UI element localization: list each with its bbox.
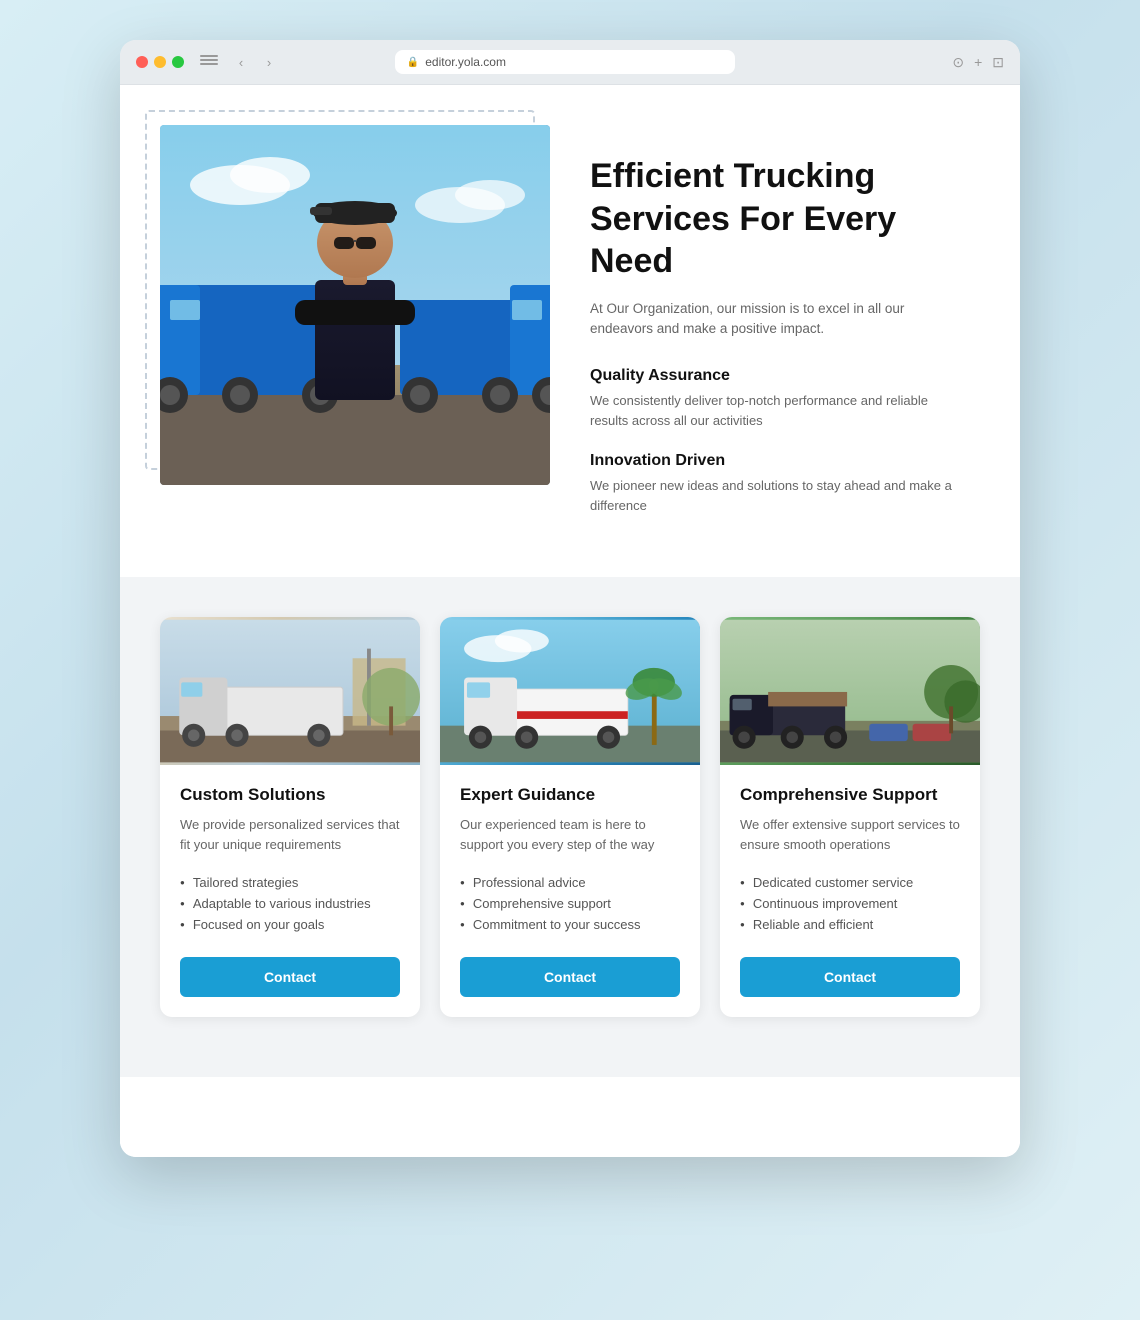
hero-image xyxy=(160,125,550,485)
contact-button-custom[interactable]: Contact xyxy=(180,957,400,997)
browser-chrome: ‹ › 🔒 editor.yola.com ⊙ + ⊡ xyxy=(120,40,1020,85)
feature-innovation-title: Innovation Driven xyxy=(590,452,960,470)
feature-innovation: Innovation Driven We pioneer new ideas a… xyxy=(590,452,960,515)
card-comprehensive-desc: We offer extensive support services to e… xyxy=(740,815,960,854)
help-icon[interactable]: ⊙ xyxy=(952,54,964,71)
hero-title: Efficient Trucking Services For Every Ne… xyxy=(590,155,960,283)
card-custom-desc: We provide personalized services that fi… xyxy=(180,815,400,854)
card-custom-list: Tailored strategies Adaptable to various… xyxy=(180,872,400,935)
minimize-button[interactable] xyxy=(154,56,166,68)
card-custom: Custom Solutions We provide personalized… xyxy=(160,617,420,1017)
card-expert: Expert Guidance Our experienced team is … xyxy=(440,617,700,1017)
sidebar-toggle-icon[interactable] xyxy=(200,55,218,69)
hero-subtitle: At Our Organization, our mission is to e… xyxy=(590,299,960,340)
feature-quality-title: Quality Assurance xyxy=(590,367,960,385)
card-comprehensive: Comprehensive Support We offer extensive… xyxy=(720,617,980,1017)
card-expert-title: Expert Guidance xyxy=(460,785,680,805)
hero-text: Efficient Trucking Services For Every Ne… xyxy=(590,125,960,537)
browser-nav: ‹ › xyxy=(230,51,280,73)
back-button[interactable]: ‹ xyxy=(230,51,252,73)
feature-quality-desc: We consistently deliver top-notch perfor… xyxy=(590,391,960,430)
add-tab-icon[interactable]: + xyxy=(974,54,982,70)
card-custom-body: Custom Solutions We provide personalized… xyxy=(160,765,420,1017)
card-comprehensive-list: Dedicated customer service Continuous im… xyxy=(740,872,960,935)
list-item: Dedicated customer service xyxy=(740,872,960,893)
card-expert-image xyxy=(440,617,700,765)
hero-section: Efficient Trucking Services For Every Ne… xyxy=(120,85,1020,577)
cards-section: Custom Solutions We provide personalized… xyxy=(120,577,1020,1077)
card-comprehensive-body: Comprehensive Support We offer extensive… xyxy=(720,765,980,1017)
card-custom-image xyxy=(160,617,420,765)
list-item: Commitment to your success xyxy=(460,914,680,935)
list-item: Comprehensive support xyxy=(460,893,680,914)
close-button[interactable] xyxy=(136,56,148,68)
traffic-lights xyxy=(136,56,184,68)
address-bar[interactable]: 🔒 editor.yola.com xyxy=(395,50,735,74)
lock-icon: 🔒 xyxy=(407,57,419,68)
list-item: Tailored strategies xyxy=(180,872,400,893)
list-item: Reliable and efficient xyxy=(740,914,960,935)
more-icon[interactable]: ⊡ xyxy=(992,54,1004,71)
card-custom-title: Custom Solutions xyxy=(180,785,400,805)
card-expert-desc: Our experienced team is here to support … xyxy=(460,815,680,854)
card-comprehensive-title: Comprehensive Support xyxy=(740,785,960,805)
browser-window: ‹ › 🔒 editor.yola.com ⊙ + ⊡ xyxy=(120,40,1020,1157)
feature-quality: Quality Assurance We consistently delive… xyxy=(590,367,960,430)
url-text: editor.yola.com xyxy=(425,55,506,69)
list-item: Focused on your goals xyxy=(180,914,400,935)
maximize-button[interactable] xyxy=(172,56,184,68)
card-expert-body: Expert Guidance Our experienced team is … xyxy=(440,765,700,1017)
contact-button-expert[interactable]: Contact xyxy=(460,957,680,997)
browser-content: Efficient Trucking Services For Every Ne… xyxy=(120,85,1020,1157)
feature-innovation-desc: We pioneer new ideas and solutions to st… xyxy=(590,476,960,515)
list-item: Professional advice xyxy=(460,872,680,893)
card-comprehensive-image xyxy=(720,617,980,765)
hero-image-wrapper xyxy=(160,125,550,485)
list-item: Adaptable to various industries xyxy=(180,893,400,914)
contact-button-comprehensive[interactable]: Contact xyxy=(740,957,960,997)
card-expert-list: Professional advice Comprehensive suppor… xyxy=(460,872,680,935)
forward-button[interactable]: › xyxy=(258,51,280,73)
footer-space xyxy=(120,1077,1020,1157)
browser-actions: ⊙ + ⊡ xyxy=(952,54,1004,71)
list-item: Continuous improvement xyxy=(740,893,960,914)
